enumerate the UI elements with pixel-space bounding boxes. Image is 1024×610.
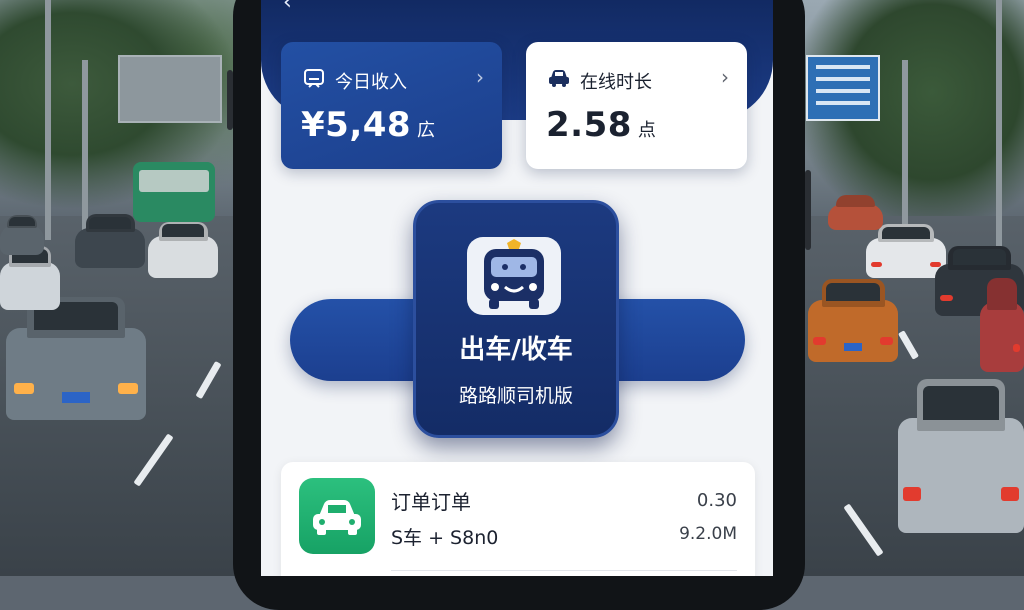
car-icon	[299, 478, 375, 554]
order-subtitle: S车 + S8n0	[391, 527, 499, 549]
car-icon	[549, 70, 569, 87]
order-title: 订单订单	[391, 490, 471, 514]
car	[808, 282, 898, 362]
road-sign-left	[118, 55, 222, 123]
online-title: 在线时长	[580, 72, 652, 93]
online-value: 2.58 点	[546, 105, 657, 145]
online-unit: 点	[637, 120, 657, 141]
light-pole	[45, 0, 51, 240]
phone-button-right	[805, 170, 811, 250]
bus	[133, 162, 215, 222]
car	[980, 302, 1024, 372]
car	[6, 302, 146, 420]
app-screen: ‹ 今日收入 › ¥5,48 広 在线时长 › 2.58 点 出车/收车 路路顺…	[261, 0, 773, 576]
sign-pole	[902, 60, 908, 230]
wallet-icon	[304, 69, 324, 88]
car	[898, 385, 1024, 533]
order-card[interactable]: 订单订单 S车 + S8n0 0.30 9.2.0M	[281, 462, 755, 576]
road-sign-right	[806, 55, 880, 121]
light-pole	[996, 0, 1002, 250]
car	[0, 216, 44, 255]
income-card[interactable]: 今日收入 › ¥5,48 広	[281, 42, 502, 169]
income-unit: 広	[417, 120, 436, 141]
back-button[interactable]: ‹	[283, 0, 292, 15]
car	[75, 216, 145, 268]
income-title: 今日收入	[335, 72, 407, 93]
robot-bus-icon	[467, 237, 561, 315]
order-metric-bottom: 9.2.0M	[679, 524, 737, 544]
divider	[391, 570, 737, 571]
chevron-right-icon: ›	[721, 65, 729, 89]
car	[866, 226, 946, 278]
car	[148, 224, 218, 278]
car	[828, 204, 883, 230]
start-stop-label: 出车/收车	[459, 335, 573, 365]
car	[0, 248, 60, 310]
income-value: ¥5,48 広	[301, 105, 436, 145]
online-time-card[interactable]: 在线时长 › 2.58 点	[526, 42, 747, 169]
sign-pole	[82, 60, 88, 230]
chevron-right-icon: ›	[476, 65, 484, 89]
app-edition-label: 路路顺司机版	[458, 385, 573, 407]
start-stop-button[interactable]: 出车/收车 路路顺司机版	[413, 200, 619, 438]
order-metric-top: 0.30	[696, 490, 737, 511]
